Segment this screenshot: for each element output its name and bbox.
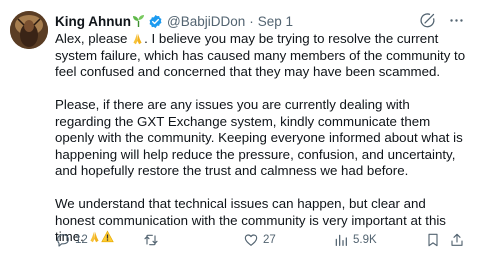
reply-icon [57, 234, 69, 247]
avatar[interactable] [10, 11, 48, 49]
reply-button[interactable]: 12 [55, 232, 88, 248]
author-handle[interactable]: @BabjiDDon [167, 14, 245, 29]
tweet-header: King Ahnun @BabjiDDon · Sep 1 [55, 11, 467, 31]
grok-icon[interactable] [419, 12, 436, 29]
tweet[interactable]: King Ahnun @BabjiDDon · Sep 1 Alex, plea… [0, 0, 477, 261]
views-count: 5.9K [353, 234, 377, 246]
header-actions [419, 12, 465, 29]
tweet-paragraph-2: Please, if there are any issues you are … [55, 97, 463, 178]
repost-button[interactable] [143, 232, 163, 248]
reply-count: 12 [75, 234, 88, 246]
tweet-date[interactable]: Sep 1 [258, 14, 293, 29]
tweet-text: Alex, please . I believe you may be tryi… [55, 31, 467, 261]
verified-badge-icon[interactable] [148, 14, 163, 29]
tweet-paragraph-1: Alex, please . I believe you may be tryi… [55, 31, 467, 81]
like-button[interactable]: 27 [243, 232, 276, 248]
author-name[interactable]: King Ahnun [55, 14, 131, 29]
pray-emoji [133, 33, 142, 45]
separator-dot: · [249, 13, 254, 29]
views-icon [335, 234, 347, 246]
repost-icon [144, 234, 158, 246]
p1-start: Alex, please [55, 31, 132, 46]
avatar-image [10, 11, 48, 49]
more-icon[interactable] [448, 12, 465, 29]
share-button[interactable] [449, 232, 465, 248]
seedling-icon [132, 15, 144, 27]
share-icon [451, 233, 463, 246]
bookmark-icon [428, 233, 438, 247]
like-count: 27 [263, 234, 276, 246]
tweet-actions: 12 27 5.9K [55, 232, 465, 250]
like-icon [244, 234, 258, 246]
bookmark-button[interactable] [425, 232, 441, 248]
views-button[interactable]: 5.9K [333, 232, 377, 248]
